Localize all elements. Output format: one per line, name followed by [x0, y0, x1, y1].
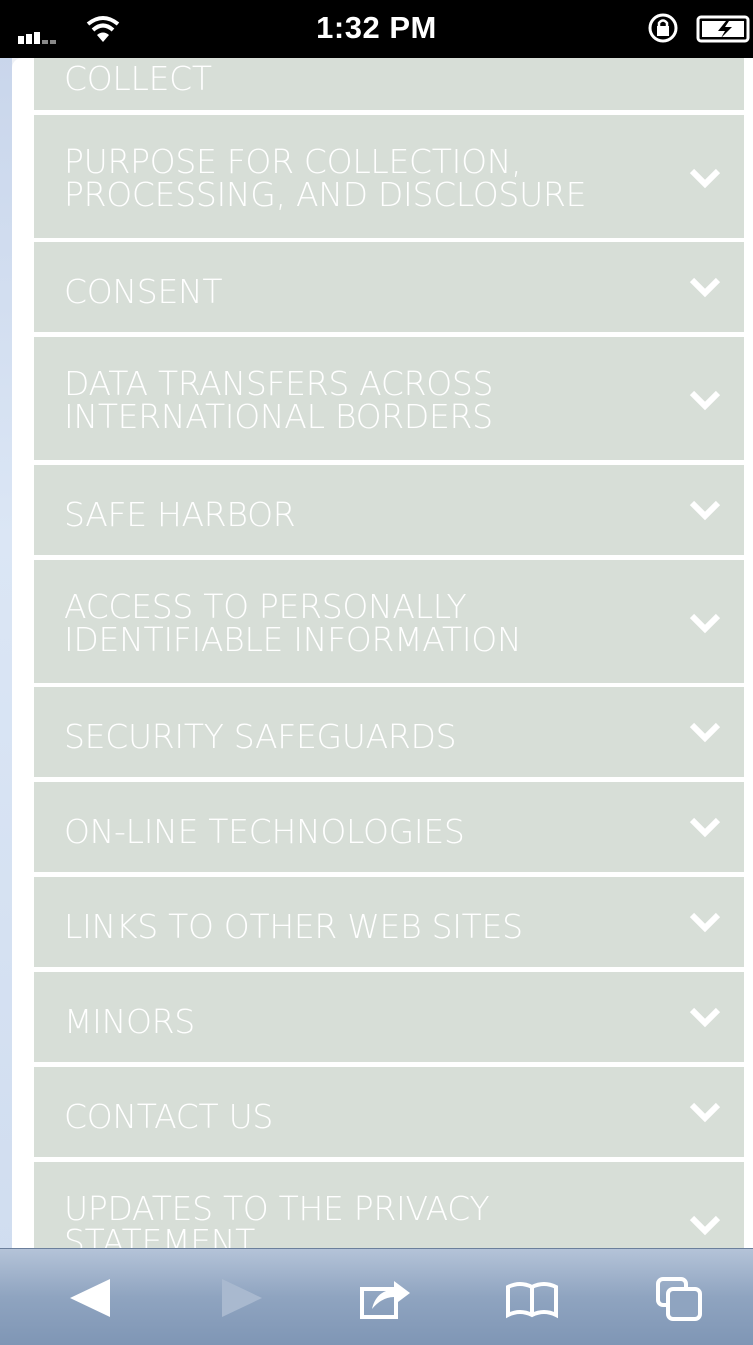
accordion-label: DATA TRANSFERS ACROSS INTERNATIONAL BORD… [64, 364, 494, 436]
accordion-item-collect[interactable]: COLLECT [34, 58, 744, 110]
accordion-item-security[interactable]: SECURITY SAFEGUARDS [34, 687, 744, 777]
accordion-item-data-transfers[interactable]: DATA TRANSFERS ACROSS INTERNATIONAL BORD… [34, 337, 744, 460]
battery-charging-icon [696, 15, 750, 43]
accordion-item-online-technologies[interactable]: ON-LINE TECHNOLOGIES [34, 782, 744, 872]
accordion-item-updates[interactable]: UPDATES TO THE PRIVACY STATEMENT [34, 1162, 744, 1248]
accordion-label: SAFE HARBOR [64, 495, 296, 534]
accordion-label: ACCESS TO PERSONALLY IDENTIFIABLE INFORM… [64, 587, 522, 659]
forward-icon[interactable] [210, 1273, 270, 1323]
accordion-item-contact[interactable]: CONTACT US [34, 1067, 744, 1157]
accordion-label: CONTACT US [64, 1097, 274, 1136]
accordion-label: COLLECT [64, 59, 212, 98]
status-bar: 1:32 PM [0, 0, 753, 58]
accordion-label: LINKS TO OTHER WEB SITES [64, 907, 523, 946]
accordion-label: UPDATES TO THE PRIVACY STATEMENT [64, 1189, 490, 1248]
accordion-item-safe-harbor[interactable]: SAFE HARBOR [34, 465, 744, 555]
chevron-down-icon [689, 1102, 721, 1123]
accordion-label: MINORS [64, 1002, 195, 1041]
accordion-label: PURPOSE FOR COLLECTION, PROCESSING, AND … [64, 142, 587, 214]
accordion-item-purpose[interactable]: PURPOSE FOR COLLECTION, PROCESSING, AND … [34, 115, 744, 238]
chevron-down-icon [689, 817, 721, 838]
accordion-item-consent[interactable]: CONSENT [34, 242, 744, 332]
tabs-icon[interactable] [652, 1273, 712, 1323]
rotation-lock-icon [648, 13, 678, 43]
chevron-down-icon [689, 500, 721, 521]
status-time: 1:32 PM [316, 10, 437, 45]
chevron-down-icon [689, 1007, 721, 1028]
chevron-down-icon [689, 613, 721, 634]
accordion-item-access[interactable]: ACCESS TO PERSONALLY IDENTIFIABLE INFORM… [34, 560, 744, 683]
accordion-item-minors[interactable]: MINORS [34, 972, 744, 1062]
chevron-down-icon [689, 1215, 721, 1236]
chevron-down-icon [689, 912, 721, 933]
accordion-label: CONSENT [64, 272, 223, 311]
chevron-down-icon [689, 168, 721, 189]
privacy-accordion: COLLECT PURPOSE FOR COLLECTION, PROCESSI… [12, 58, 753, 1248]
accordion-label: ON-LINE TECHNOLOGIES [64, 812, 465, 851]
chevron-down-icon [689, 722, 721, 743]
back-icon[interactable] [62, 1273, 122, 1323]
chevron-down-icon [689, 277, 721, 298]
chevron-down-icon [689, 390, 721, 411]
browser-toolbar [0, 1248, 753, 1345]
accordion-label: SECURITY SAFEGUARDS [64, 717, 457, 756]
bookmarks-icon[interactable] [502, 1273, 562, 1323]
desktop-backdrop [0, 0, 12, 1344]
accordion-item-links[interactable]: LINKS TO OTHER WEB SITES [34, 877, 744, 967]
share-icon[interactable] [354, 1273, 414, 1323]
